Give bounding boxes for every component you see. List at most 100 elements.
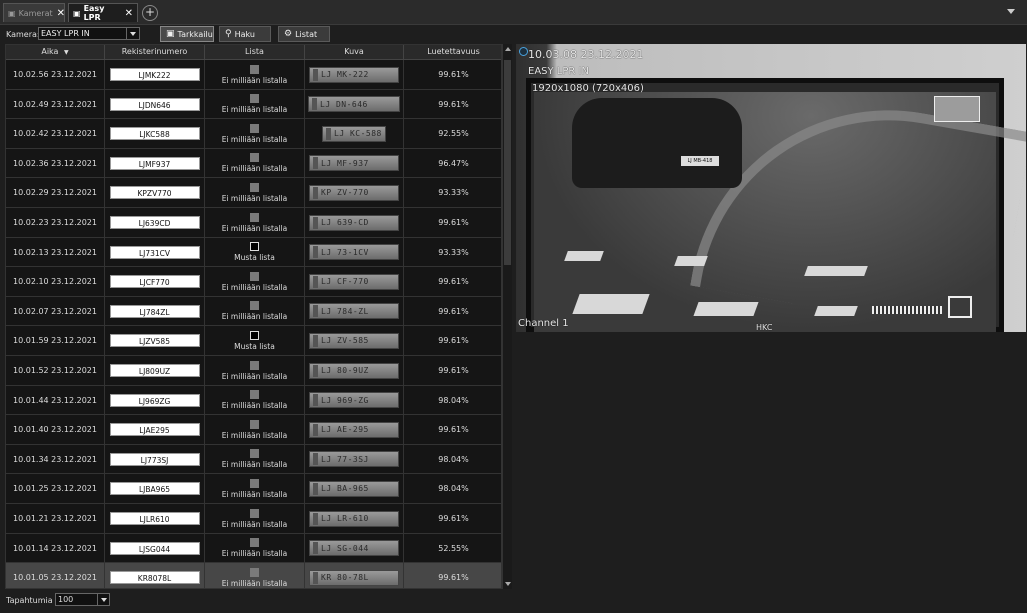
plate-field[interactable]: KPZV770 — [109, 186, 200, 200]
plate-field[interactable]: LJBA965 — [109, 482, 200, 496]
plate-field[interactable]: LJCF770 — [109, 275, 200, 289]
close-icon[interactable]: ✕ — [125, 8, 133, 19]
plate-field[interactable]: LJ773SJ — [109, 452, 200, 466]
plate-image[interactable]: KP ZV-770 — [309, 184, 399, 201]
confidence-text: 98.04% — [438, 454, 469, 464]
plate-image[interactable]: LJ DN-646 — [308, 96, 400, 113]
plate-field[interactable]: LJLR610 — [109, 512, 200, 525]
list-checkbox[interactable] — [250, 508, 259, 518]
plate-image[interactable]: LJ ZV-585 — [309, 332, 399, 349]
close-icon[interactable]: ✕ — [57, 8, 65, 19]
table-row[interactable]: 10.02.07 23.12.2021 LJ784ZL Ei milliään li… — [6, 296, 501, 327]
chevron-down-icon[interactable] — [126, 28, 139, 39]
table-scrollbar[interactable] — [502, 44, 512, 589]
list-checkbox[interactable] — [250, 330, 259, 340]
table-row[interactable]: 10.01.59 23.12.2021 LJZV585 Musta lista LJ … — [6, 326, 501, 356]
haku-button[interactable]: ⚲ Haku — [219, 26, 271, 42]
tarkkailu-button[interactable]: ▣ Tarkkailu — [160, 26, 214, 42]
plate-image[interactable]: LJ 969-ZG — [309, 392, 399, 409]
plate-image[interactable]: LJ 77-3SJ — [309, 451, 399, 468]
column-header-luetettavuus[interactable]: Luetettavuus — [404, 45, 501, 59]
list-checkbox[interactable] — [250, 478, 259, 488]
list-checkbox[interactable] — [250, 153, 259, 163]
image-cell: LJ 77-3SJ — [305, 444, 404, 474]
list-checkbox[interactable] — [250, 419, 259, 429]
table-row[interactable]: 10.02.29 23.12.2021 KPZV770 Ei milliään li… — [6, 178, 501, 208]
list-checkbox[interactable] — [250, 123, 259, 133]
listat-button[interactable]: ⚙ Listat — [278, 26, 330, 42]
scrollbar-thumb[interactable] — [504, 60, 511, 265]
table-row[interactable]: 10.01.05 23.12.2021 KR8078L Ei milliään li… — [6, 563, 501, 588]
plate-image[interactable]: LJ 80-9UZ — [309, 362, 399, 379]
plate-image[interactable]: LJ MF-937 — [309, 155, 399, 172]
plate-image[interactable]: LJ LR-610 — [309, 510, 399, 527]
plate-field[interactable]: LJZV585 — [109, 334, 200, 348]
table-row[interactable]: 10.02.36 23.12.2021 LJMF937 Ei milliään li… — [6, 148, 501, 179]
list-checkbox[interactable] — [250, 94, 259, 104]
time-text: 10.01.14 23.12.2021 — [13, 543, 97, 553]
list-checkbox[interactable] — [250, 212, 259, 222]
plate-field[interactable]: LJ639CD — [109, 216, 200, 229]
list-checkbox[interactable] — [250, 538, 259, 548]
scroll-up-icon[interactable] — [505, 47, 511, 51]
plate-field[interactable]: LJKC588 — [109, 127, 200, 141]
camera-select[interactable]: EASY LPR IN — [38, 27, 140, 40]
image-cell: LJ SG-044 — [305, 533, 404, 563]
plate-image[interactable]: LJ 784-ZL — [309, 303, 399, 320]
column-header-lista[interactable]: Lista — [205, 45, 305, 59]
table-row[interactable]: 10.01.21 23.12.2021 LJLR610 Ei milliään li… — [6, 504, 501, 534]
table-row[interactable]: 10.02.42 23.12.2021 LJKC588 Ei milliään li… — [6, 119, 501, 149]
plate-image[interactable]: LJ KC-588 — [322, 125, 386, 142]
plate-image[interactable]: LJ SG-044 — [309, 540, 399, 557]
plate-cell: LJ639CD — [105, 208, 205, 237]
table-row[interactable]: 10.01.14 23.12.2021 LJSG044 Ei milliään li… — [6, 533, 501, 564]
plate-image[interactable]: LJ BA-965 — [309, 480, 399, 497]
list-checkbox[interactable] — [250, 360, 259, 370]
plate-field[interactable]: LJDN646 — [109, 97, 200, 111]
plate-field[interactable]: LJSG044 — [109, 541, 200, 555]
plate-field[interactable]: KR8078L — [109, 571, 200, 585]
plate-field[interactable]: LJMK222 — [109, 68, 200, 81]
events-count-select[interactable]: 100 — [55, 593, 110, 606]
table-row[interactable]: 10.02.56 23.12.2021 LJMK222 Ei milliään li… — [6, 60, 501, 90]
plate-field[interactable]: LJ784ZL — [109, 304, 200, 318]
list-checkbox[interactable] — [250, 390, 259, 400]
list-checkbox[interactable] — [250, 64, 259, 74]
column-header-kuva[interactable]: Kuva — [305, 45, 404, 59]
column-header-aika[interactable]: Aika ▼ — [6, 45, 105, 59]
plate-field[interactable]: LJ969ZG — [109, 393, 200, 407]
table-row[interactable]: 10.01.25 23.12.2021 LJBA965 Ei milliään li… — [6, 474, 501, 504]
table-row[interactable]: 10.02.23 23.12.2021 LJ639CD Ei milliään li… — [6, 208, 501, 238]
plate-field[interactable]: LJMF937 — [109, 156, 200, 170]
list-checkbox[interactable] — [250, 567, 259, 577]
column-header-rekisterinumero[interactable]: Rekisterinumero — [105, 45, 205, 59]
table-row[interactable]: 10.01.40 23.12.2021 LJAE295 Ei milliään li… — [6, 415, 501, 445]
plate-field[interactable]: LJ731CV — [109, 245, 200, 259]
plate-image[interactable]: LJ 73-1CV — [309, 244, 399, 261]
plate-field[interactable]: LJAE295 — [109, 423, 200, 437]
plate-image[interactable]: LJ AE-295 — [309, 421, 399, 438]
plate-field[interactable]: LJ809UZ — [109, 364, 200, 377]
camera-view[interactable]: LJ MB-418 10.03.08 23.12.2021 EASY LPR I… — [516, 44, 1026, 332]
table-row[interactable]: 10.01.44 23.12.2021 LJ969ZG Ei milliään li… — [6, 385, 501, 416]
add-tab-icon[interactable]: + — [142, 5, 158, 21]
table-row[interactable]: 10.02.13 23.12.2021 LJ731CV Musta lista LJ … — [6, 237, 501, 268]
tab-easy-lpr[interactable]: ▣ Easy LPR ✕ — [68, 3, 138, 22]
list-checkbox[interactable] — [250, 242, 259, 252]
plate-image[interactable]: LJ MK-222 — [309, 66, 399, 83]
plate-image[interactable]: LJ CF-770 — [309, 273, 399, 290]
list-checkbox[interactable] — [250, 271, 259, 281]
plate-image[interactable]: LJ 639-CD — [309, 214, 399, 231]
list-checkbox[interactable] — [250, 301, 259, 311]
list-checkbox[interactable] — [250, 449, 259, 459]
table-row[interactable]: 10.02.10 23.12.2021 LJCF770 Ei milliään li… — [6, 267, 501, 297]
table-row[interactable]: 10.01.34 23.12.2021 LJ773SJ Ei milliään li… — [6, 444, 501, 475]
plate-image[interactable]: KR 80-78L — [309, 569, 399, 586]
chevron-down-icon[interactable] — [1007, 9, 1015, 14]
chevron-down-icon[interactable] — [97, 594, 109, 605]
scroll-down-icon[interactable] — [505, 582, 511, 586]
table-row[interactable]: 10.01.52 23.12.2021 LJ809UZ Ei milliään li… — [6, 356, 501, 386]
table-row[interactable]: 10.02.49 23.12.2021 LJDN646 Ei milliään li… — [6, 89, 501, 120]
tab-kamerat[interactable]: ▣ Kamerat ✕ — [3, 3, 65, 22]
list-checkbox[interactable] — [250, 182, 259, 192]
